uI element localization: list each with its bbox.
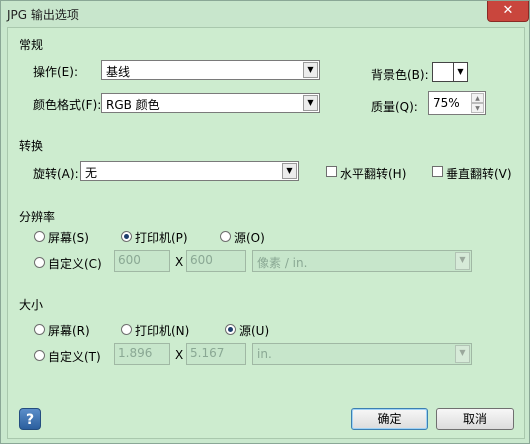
size-custom-label: 自定义(T) [48, 350, 101, 364]
ok-button[interactable]: 确定 [351, 408, 428, 430]
close-icon: ✕ [502, 3, 514, 18]
size-source-label: 源(U) [239, 324, 270, 338]
background-color-label: 背景色(B): [371, 68, 429, 82]
quality-label: 质量(Q): [371, 100, 418, 114]
quality-value: 75% [433, 96, 460, 110]
size-printer-radio[interactable] [121, 324, 132, 335]
flip-horizontal-label: 水平翻转(H) [340, 167, 407, 181]
color-format-select[interactable]: RGB 颜色 ▼ [101, 93, 320, 113]
dialog-body: 常规 操作(E): 基线 ▼ 颜色格式(F): RGB 颜色 ▼ 背景色(B):… [7, 27, 525, 439]
resolution-printer-radio[interactable] [121, 231, 132, 242]
operation-select[interactable]: 基线 ▼ [101, 60, 320, 80]
resolution-unit-select[interactable]: 像素 / in. ▼ [252, 250, 472, 272]
size-source-radio[interactable] [225, 324, 236, 335]
resolution-screen-radio[interactable] [34, 231, 45, 242]
close-button[interactable]: ✕ [487, 1, 529, 22]
chevron-down-icon[interactable]: ▼ [455, 345, 470, 363]
chevron-down-icon[interactable]: ▼ [303, 95, 318, 111]
resolution-height-field[interactable]: 600 [186, 250, 246, 272]
spin-up-icon[interactable]: ▲ [471, 93, 484, 103]
size-unit-value: in. [257, 347, 272, 361]
cancel-button[interactable]: 取消 [436, 408, 514, 430]
rotate-select[interactable]: 无 ▼ [80, 161, 299, 181]
resolution-custom-radio[interactable] [34, 257, 45, 268]
flip-vertical-label: 垂直翻转(V) [446, 167, 512, 181]
size-height-field[interactable]: 5.167 [186, 343, 246, 365]
window-title: JPG 输出选项 [7, 8, 79, 22]
size-screen-radio[interactable] [34, 324, 45, 335]
chevron-down-icon[interactable]: ▼ [282, 163, 297, 179]
color-format-label: 颜色格式(F): [33, 98, 102, 112]
size-width-value: 1.896 [118, 346, 153, 360]
transform-section-title: 转换 [19, 139, 44, 153]
background-color-swatch[interactable] [432, 62, 454, 82]
resolution-printer-label: 打印机(P) [135, 231, 188, 245]
resolution-source-radio[interactable] [220, 231, 231, 242]
size-height-value: 5.167 [190, 346, 225, 360]
chevron-down-icon[interactable]: ▼ [454, 62, 468, 82]
resolution-source-label: 源(O) [234, 231, 265, 245]
resolution-width-field[interactable]: 600 [114, 250, 170, 272]
operation-label: 操作(E): [33, 65, 78, 79]
size-x-label: X [175, 348, 184, 362]
flip-vertical-checkbox[interactable] [432, 166, 443, 177]
rotate-label: 旋转(A): [33, 167, 79, 181]
flip-horizontal-checkbox[interactable] [326, 166, 337, 177]
rotate-value: 无 [85, 166, 98, 180]
size-custom-radio[interactable] [34, 350, 45, 361]
chevron-down-icon[interactable]: ▼ [303, 62, 318, 78]
size-unit-select[interactable]: in. ▼ [252, 343, 472, 365]
size-printer-label: 打印机(N) [135, 324, 190, 338]
resolution-screen-label: 屏幕(S) [48, 231, 89, 245]
resolution-unit-value: 像素 / in. [257, 256, 308, 270]
size-width-field[interactable]: 1.896 [114, 343, 170, 365]
size-section-title: 大小 [19, 298, 44, 312]
resolution-height-value: 600 [190, 253, 213, 267]
jpg-output-dialog: JPG 输出选项 ✕ 常规 操作(E): 基线 ▼ 颜色格式(F): RGB 颜… [0, 0, 530, 444]
help-button[interactable]: ? [19, 408, 41, 430]
operation-value: 基线 [106, 65, 131, 79]
spin-down-icon[interactable]: ▼ [471, 103, 484, 113]
resolution-section-title: 分辨率 [19, 210, 56, 224]
general-section-title: 常规 [19, 38, 44, 52]
resolution-width-value: 600 [118, 253, 141, 267]
title-bar: JPG 输出选项 ✕ [1, 1, 529, 27]
help-icon: ? [25, 412, 35, 428]
size-screen-label: 屏幕(R) [48, 324, 90, 338]
quality-spinner[interactable]: 75% ▲ ▼ [428, 91, 486, 115]
resolution-x-label: X [175, 255, 184, 269]
chevron-down-icon[interactable]: ▼ [455, 252, 470, 270]
resolution-custom-label: 自定义(C) [48, 257, 102, 271]
color-format-value: RGB 颜色 [106, 98, 160, 112]
